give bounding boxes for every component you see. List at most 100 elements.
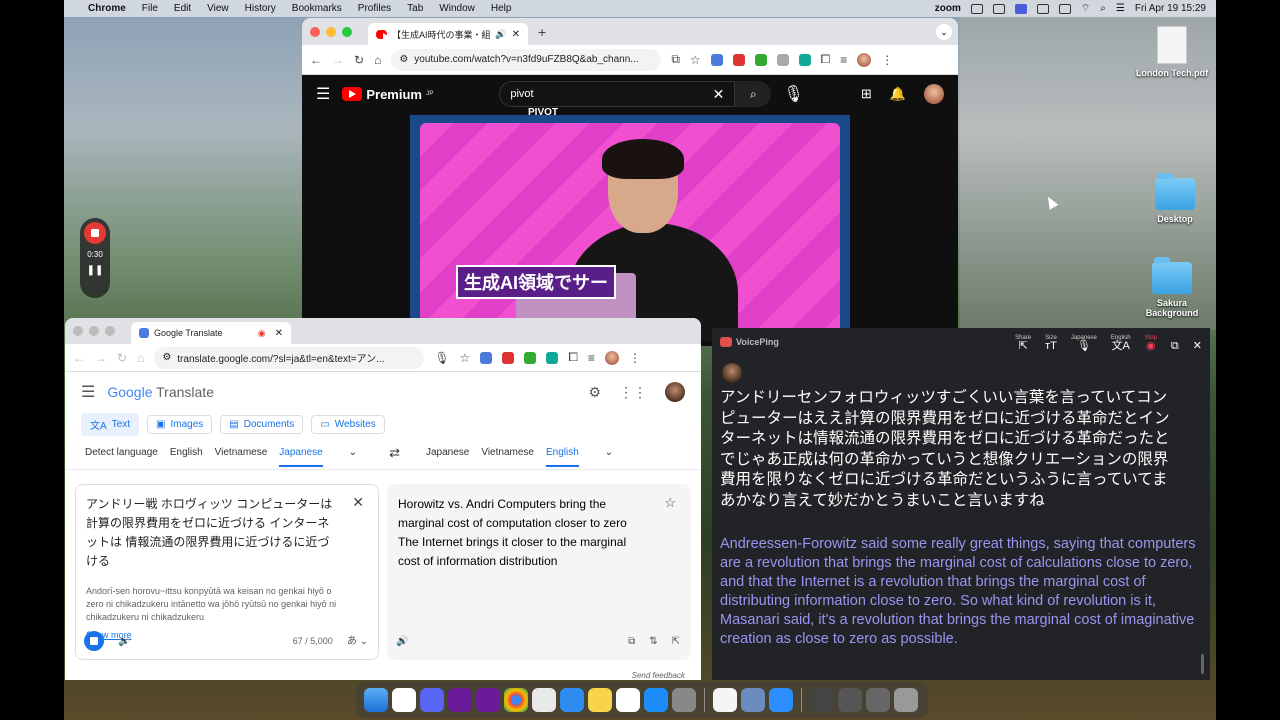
share-button[interactable]: Share ⇱: [1015, 334, 1031, 352]
menu-app[interactable]: Chrome: [88, 3, 126, 14]
minimized-window-icon[interactable]: [810, 688, 834, 712]
reload-icon[interactable]: ↻: [354, 53, 364, 67]
grammarly-icon[interactable]: [798, 53, 811, 66]
listen-source-icon[interactable]: 🔊: [118, 632, 130, 651]
source-text-area[interactable]: アンドリー戦 ホロヴィッツ コンピューターは計算の限界費用をゼロに近づける イン…: [75, 484, 379, 660]
screen-icon[interactable]: [970, 3, 983, 14]
forward-icon[interactable]: →: [95, 351, 107, 365]
zoom-app-icon[interactable]: [769, 688, 793, 712]
audio-icon[interactable]: 🔊: [495, 29, 506, 40]
tab-youtube[interactable]: 【生成AI時代の事業・組織づ 🔊 ✕: [368, 23, 528, 45]
menu-profiles[interactable]: Profiles: [358, 3, 391, 14]
close-tab-icon[interactable]: ✕: [512, 29, 520, 40]
trash-icon[interactable]: [894, 688, 918, 712]
menubar-clock[interactable]: Fri Apr 19 15:29: [1135, 3, 1206, 14]
search-icon[interactable]: ⌕: [1100, 3, 1106, 14]
minimize-window-icon[interactable]: [326, 26, 336, 37]
listen-translation-icon[interactable]: 🔊: [396, 632, 408, 651]
minimized-window-icon[interactable]: [866, 688, 890, 712]
new-tab-button[interactable]: +: [538, 24, 546, 40]
source-lang-detect[interactable]: Detect language: [85, 447, 158, 458]
control-center-icon[interactable]: ☰: [1116, 3, 1125, 14]
swap-languages-icon[interactable]: ⇄: [389, 445, 400, 461]
url-field[interactable]: ⚙ translate.google.com/?sl=ja&tl=en&text…: [154, 346, 425, 369]
photos-icon[interactable]: [616, 688, 640, 712]
maximize-window-icon[interactable]: [342, 26, 352, 37]
minimize-window-icon[interactable]: [89, 326, 99, 336]
wifi-icon[interactable]: ⌔: [1081, 2, 1090, 15]
save-translation-star-icon[interactable]: ☆: [664, 493, 676, 512]
translate-extension-icon[interactable]: [480, 351, 493, 364]
close-window-icon[interactable]: [73, 326, 83, 336]
mode-text[interactable]: 文A Text: [81, 412, 140, 436]
screen-recorder-app-icon[interactable]: [476, 688, 500, 712]
browser-menu-icon[interactable]: ⋮: [629, 351, 641, 365]
browser-menu-icon[interactable]: ⋮: [881, 53, 893, 67]
copy-icon[interactable]: ⧉: [628, 632, 635, 651]
site-info-icon[interactable]: ⚙: [162, 352, 171, 363]
close-window-icon[interactable]: [310, 26, 320, 37]
youtube-profile-avatar[interactable]: [924, 84, 944, 104]
size-button[interactable]: Size ᴛT: [1045, 334, 1057, 352]
target-lang-more-icon[interactable]: ⌄: [605, 447, 613, 458]
close-panel-button[interactable]: ✕: [1193, 334, 1202, 352]
menu-bookmarks[interactable]: Bookmarks: [292, 3, 342, 14]
target-language-button[interactable]: English 文A: [1111, 334, 1131, 352]
main-menu-icon[interactable]: ☰: [81, 382, 95, 402]
back-icon[interactable]: ←: [73, 351, 85, 365]
apps-grid-icon[interactable]: ⋮⋮: [619, 384, 647, 401]
back-icon[interactable]: ←: [310, 53, 322, 67]
transcript-scrollbar[interactable]: [1201, 654, 1204, 674]
desktop-icon-sakura-folder[interactable]: Sakura Background: [1136, 257, 1208, 318]
display-icon[interactable]: [1036, 3, 1049, 14]
mode-documents[interactable]: ▤ Documents: [220, 414, 304, 434]
menu-window[interactable]: Window: [439, 3, 475, 14]
slack-icon[interactable]: [392, 688, 416, 712]
settings-gear-icon[interactable]: ⚙: [588, 384, 601, 401]
popout-button[interactable]: ⧉: [1171, 334, 1179, 352]
source-text[interactable]: アンドリー戦 ホロヴィッツ コンピューターは計算の限界費用をゼロに近づける イン…: [86, 495, 338, 571]
stop-listening-button[interactable]: [84, 631, 104, 651]
target-lang-japanese[interactable]: Japanese: [426, 447, 469, 458]
preview-icon[interactable]: [741, 688, 765, 712]
rate-translation-icon[interactable]: ⇅: [649, 632, 657, 651]
menu-history[interactable]: History: [245, 3, 276, 14]
grammarly-icon[interactable]: [546, 351, 559, 364]
minimized-window-icon[interactable]: [838, 688, 862, 712]
translate-extension-icon[interactable]: [710, 53, 723, 66]
profile-avatar[interactable]: [857, 52, 872, 67]
tab-search-icon[interactable]: ⌄: [936, 23, 952, 40]
hamburger-menu-icon[interactable]: ☰: [316, 84, 330, 104]
extension-icon[interactable]: [754, 53, 767, 66]
youtube-search-button[interactable]: ⌕: [735, 81, 772, 107]
extension-icon[interactable]: [776, 53, 789, 66]
share-icon[interactable]: ⇱: [672, 632, 680, 651]
app-store-icon[interactable]: [644, 688, 668, 712]
discord-icon[interactable]: [420, 688, 444, 712]
mic-icon[interactable]: 🎙: [434, 351, 449, 365]
bookmark-star-icon[interactable]: ☆: [690, 53, 701, 67]
reload-icon[interactable]: ↻: [117, 351, 127, 365]
site-info-icon[interactable]: ⚙: [399, 54, 408, 65]
input-tools-icon[interactable]: あ ⌄: [347, 632, 368, 651]
close-tab-icon[interactable]: ✕: [275, 328, 283, 339]
voice-search-icon[interactable]: 🎙: [783, 84, 803, 104]
extensions-puzzle-icon[interactable]: ⧠: [568, 350, 578, 365]
maximize-window-icon[interactable]: [105, 326, 115, 336]
target-lang-english[interactable]: English: [545, 447, 579, 467]
extension-icon[interactable]: [502, 351, 515, 364]
finder-icon[interactable]: [364, 688, 388, 712]
battery-icon[interactable]: [1058, 3, 1071, 14]
url-field[interactable]: ⚙ youtube.com/watch?v=n3fd9uFZB8Q&ab_cha…: [391, 48, 662, 71]
record-stop-button[interactable]: [84, 222, 106, 244]
send-feedback-link[interactable]: Send feedback: [632, 671, 685, 680]
desktop-icon-desktop-folder[interactable]: Desktop: [1140, 173, 1210, 224]
create-icon[interactable]: ⊞: [861, 86, 872, 102]
menu-tab[interactable]: Tab: [407, 3, 423, 14]
tab-google-translate[interactable]: Google Translate ◉ ✕: [131, 322, 291, 344]
forward-icon[interactable]: →: [332, 53, 344, 67]
reading-list-icon[interactable]: ≡: [588, 351, 595, 365]
reading-list-icon[interactable]: ≡: [840, 53, 847, 67]
screen-recorder-app-icon[interactable]: [448, 688, 472, 712]
menu-view[interactable]: View: [207, 3, 229, 14]
